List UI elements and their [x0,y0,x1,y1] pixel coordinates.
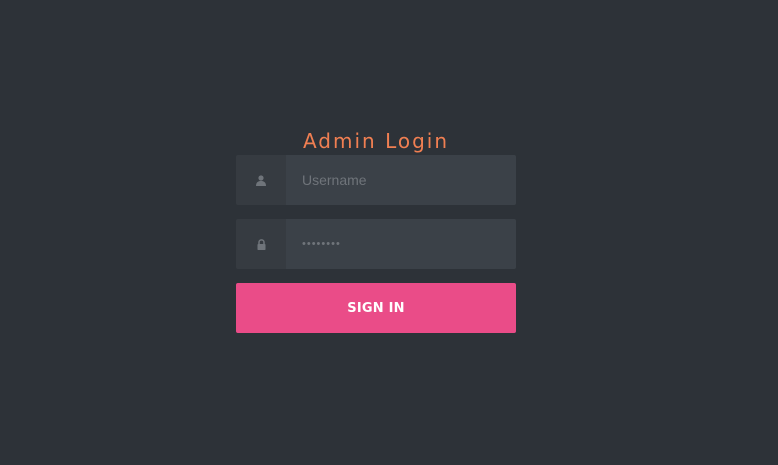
username-input[interactable] [286,155,516,205]
page-title: Admin Login [302,129,450,153]
username-field-group [236,155,516,205]
password-field-group [236,219,516,269]
password-input[interactable] [286,219,516,269]
user-icon [236,155,286,205]
sign-in-button[interactable]: SIGN IN [236,283,516,333]
login-form: Admin Login SIGN IN [236,128,516,333]
lock-icon [236,219,286,269]
